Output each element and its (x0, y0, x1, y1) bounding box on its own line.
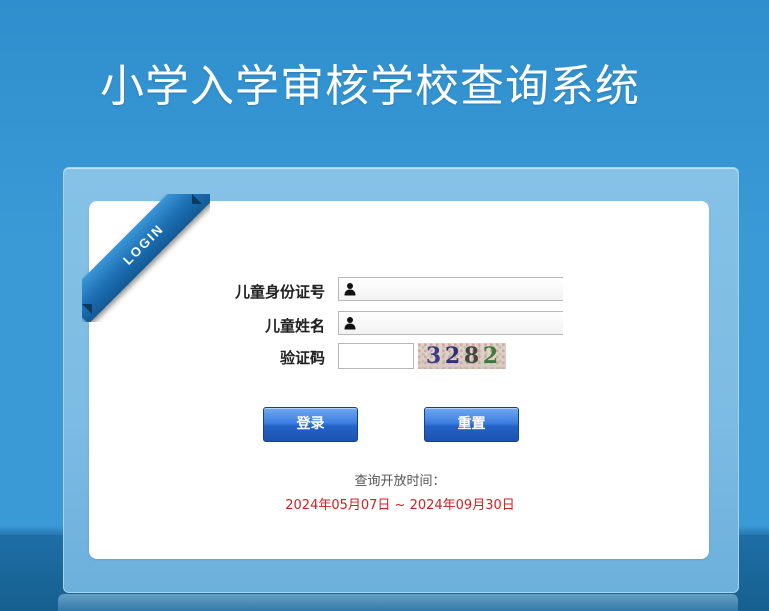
bottom-panel-shadow (58, 594, 738, 611)
captcha-label: 验证码 (279, 349, 325, 367)
captcha-char: 3 (425, 343, 442, 369)
captcha-char: 8 (463, 343, 480, 369)
captcha-colon: : (312, 347, 318, 365)
open-time-label: 查询开放时间： (354, 474, 446, 489)
id-number-colon: : (312, 281, 318, 299)
child-name-row: 儿童姓名 : (150, 311, 570, 337)
open-time-dates: 2024年05月07日 ~ 2024年09月30日 (285, 498, 515, 513)
id-number-input[interactable] (338, 277, 563, 301)
page-title: 小学入学审核学校查询系统 (100, 61, 640, 112)
captcha-row: 验证码 : 3 2 8 2 (150, 343, 570, 369)
captcha-char: 2 (444, 343, 461, 369)
captcha-input[interactable] (338, 343, 414, 369)
ribbon-fold-left (82, 304, 92, 314)
captcha-char: 2 (482, 343, 499, 369)
reset-button[interactable]: 重置 (424, 407, 519, 442)
child-name-input[interactable] (338, 311, 563, 335)
captcha-image[interactable]: 3 2 8 2 (418, 343, 506, 369)
ribbon-fold-top (192, 194, 202, 204)
user-icon (344, 283, 356, 296)
login-button[interactable]: 登录 (263, 407, 358, 442)
child-name-colon: : (312, 315, 318, 333)
id-number-row: 儿童身份证号 : (150, 277, 570, 303)
user-icon (344, 317, 356, 330)
